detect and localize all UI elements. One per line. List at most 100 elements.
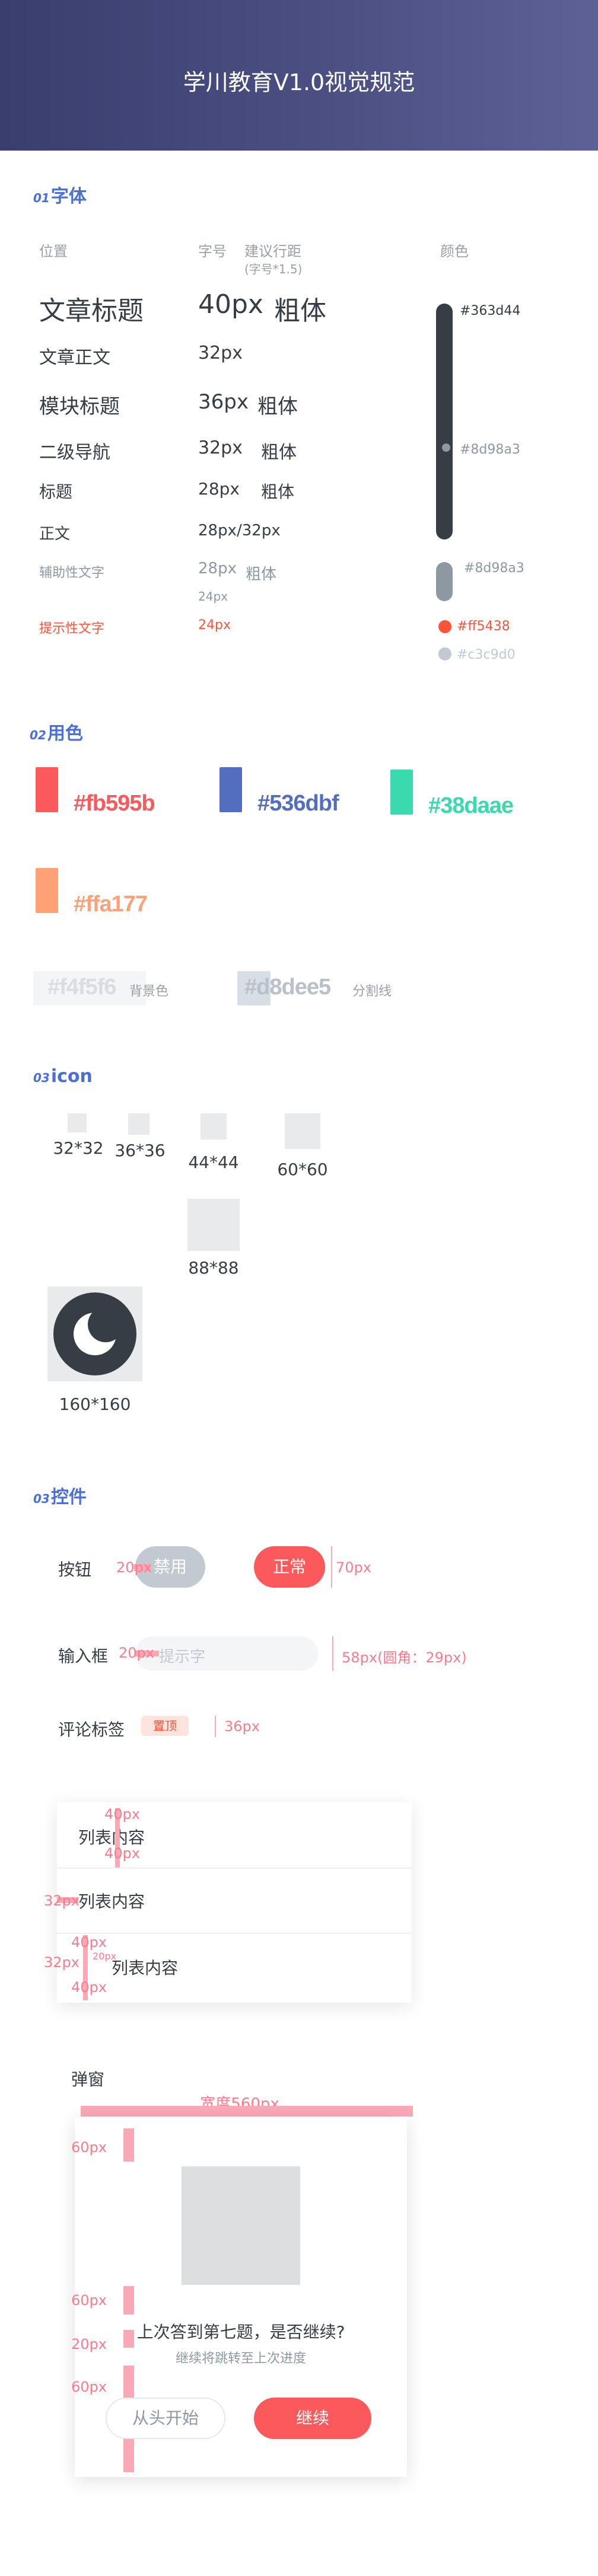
normal-button[interactable]: 正常 [254,1546,325,1588]
dimension-note: 60px [71,2292,107,2309]
section-title-control: 03控件 [33,1482,87,1508]
swatch-code: #d8dee5 [244,975,331,1000]
icon-sample-36 [128,1113,150,1135]
color-bar-dark [436,304,453,540]
swatch-code: #f4f5f6 [47,975,116,1000]
icon-size-label: 32*32 [53,1138,104,1158]
section-title-color: 02用色 [30,719,83,745]
spacing-marker [123,2330,134,2348]
dialog-subtitle: 继续将跳转至上次进度 [175,2351,306,2366]
swatch-green [390,770,413,815]
spacing-marker [123,2128,134,2162]
height-marker [332,1636,333,1671]
font-row-name: 标题 [39,482,73,502]
dimension-note: 32px [44,1954,79,1971]
color-dot-light [438,647,451,660]
col-color: 颜色 [440,243,469,260]
font-row-size: 32px [198,438,243,458]
section-number: 02 [30,728,46,742]
icon-sample-60 [285,1113,320,1149]
font-row-size: 24px [198,618,231,633]
swatch-blue [220,767,242,812]
section-label: icon [50,1066,93,1087]
font-row-weight: 粗体 [246,566,277,583]
font-row-weight: 粗体 [261,442,297,463]
swatch-label: 分割线 [352,984,392,999]
icon-size-label: 36*36 [114,1141,166,1160]
swatch-red [36,767,58,812]
color-code: #8d98a3 [464,561,524,576]
control-label: 输入框 [58,1646,109,1666]
icon-size-label: 60*60 [277,1160,328,1179]
section-title-font: 01字体 [33,181,87,208]
swatch-label: 背景色 [129,984,169,999]
section-number: 03 [33,1071,50,1085]
dialog-image [182,2166,300,2285]
dimension-note: 60px [71,2379,107,2395]
font-row-size: 36px [198,390,249,414]
font-row-name: 模块标题 [39,395,120,419]
font-row-size: 28px/32px [198,522,281,540]
continue-button[interactable]: 继续 [254,2398,371,2439]
icon-size-label: 88*88 [188,1258,239,1278]
font-row-size: 40px [198,289,263,320]
list-item[interactable]: 列表内容 [78,1889,145,1913]
col-position: 位置 [39,243,68,260]
color-code: #ff5438 [457,619,510,634]
font-row-weight: 粗体 [261,482,295,502]
section-label: 用色 [47,723,83,744]
col-line-note: (字号*1.5) [244,262,303,276]
page-title: 学川教育V1.0视觉规范 [183,69,415,95]
pin-tag: 置顶 [141,1716,189,1736]
section-number: 01 [33,191,50,205]
color-code: #c3c9d0 [457,647,516,662]
dimension-note: 58px(圆角：29px) [342,1649,467,1666]
dimension-note: 32px [44,1892,79,1909]
font-row-name: 提示性文字 [39,621,105,636]
height-marker [331,1546,332,1588]
control-label: 评论标签 [58,1720,125,1739]
swatch-code: #ffa177 [74,892,148,917]
font-row-name: 正文 [39,525,71,543]
control-label: 弹窗 [71,2070,105,2089]
icon-size-label: 160*160 [59,1394,131,1414]
list-divider [57,1868,412,1869]
color-code: #363d44 [460,304,521,318]
dimension-note: 36px [224,1718,260,1735]
spacing-marker [123,2286,134,2315]
font-row-size-alt: 24px [198,589,228,604]
restart-button[interactable]: 从头开始 [106,2398,225,2439]
section-label: 字体 [50,186,87,207]
height-marker [215,1716,216,1737]
dimension-note: 70px [336,1559,371,1576]
icon-sample-44 [201,1113,227,1139]
moon-icon [53,1292,136,1375]
swatch-orange [36,868,58,913]
dimension-note: 60px [71,2139,107,2156]
swatch-code: #fb595b [74,791,155,816]
dimension-note: 20px [116,1559,152,1576]
color-bar-gray [436,562,453,601]
color-dot-red [438,620,451,633]
font-row-size: 28px [198,479,240,499]
icon-sample-160 [47,1287,142,1381]
section-number: 03 [33,1492,50,1506]
input-placeholder: 提示字 [159,1648,206,1666]
font-row-name: 文章正文 [39,347,110,368]
color-code: #8d98a3 [460,442,520,457]
list-divider [57,1933,412,1934]
color-dot-gray [442,443,450,452]
width-marker [81,2106,413,2117]
control-label: 按钮 [58,1560,92,1579]
font-row-size: 28px [198,560,237,577]
icon-size-label: 44*44 [188,1153,239,1172]
dimension-note: 20px [119,1645,154,1661]
swatch-code: #38daae [428,793,514,818]
icon-sample-88 [187,1199,240,1251]
font-row-weight: 粗体 [274,296,326,326]
font-row-name: 二级导航 [39,442,110,463]
list-item[interactable]: 列表内容 [112,1955,178,1979]
font-row-name: 辅助性文字 [39,566,105,580]
dimension-note: 20px [93,1951,116,1962]
dimension-note: 40px [71,1979,107,1996]
